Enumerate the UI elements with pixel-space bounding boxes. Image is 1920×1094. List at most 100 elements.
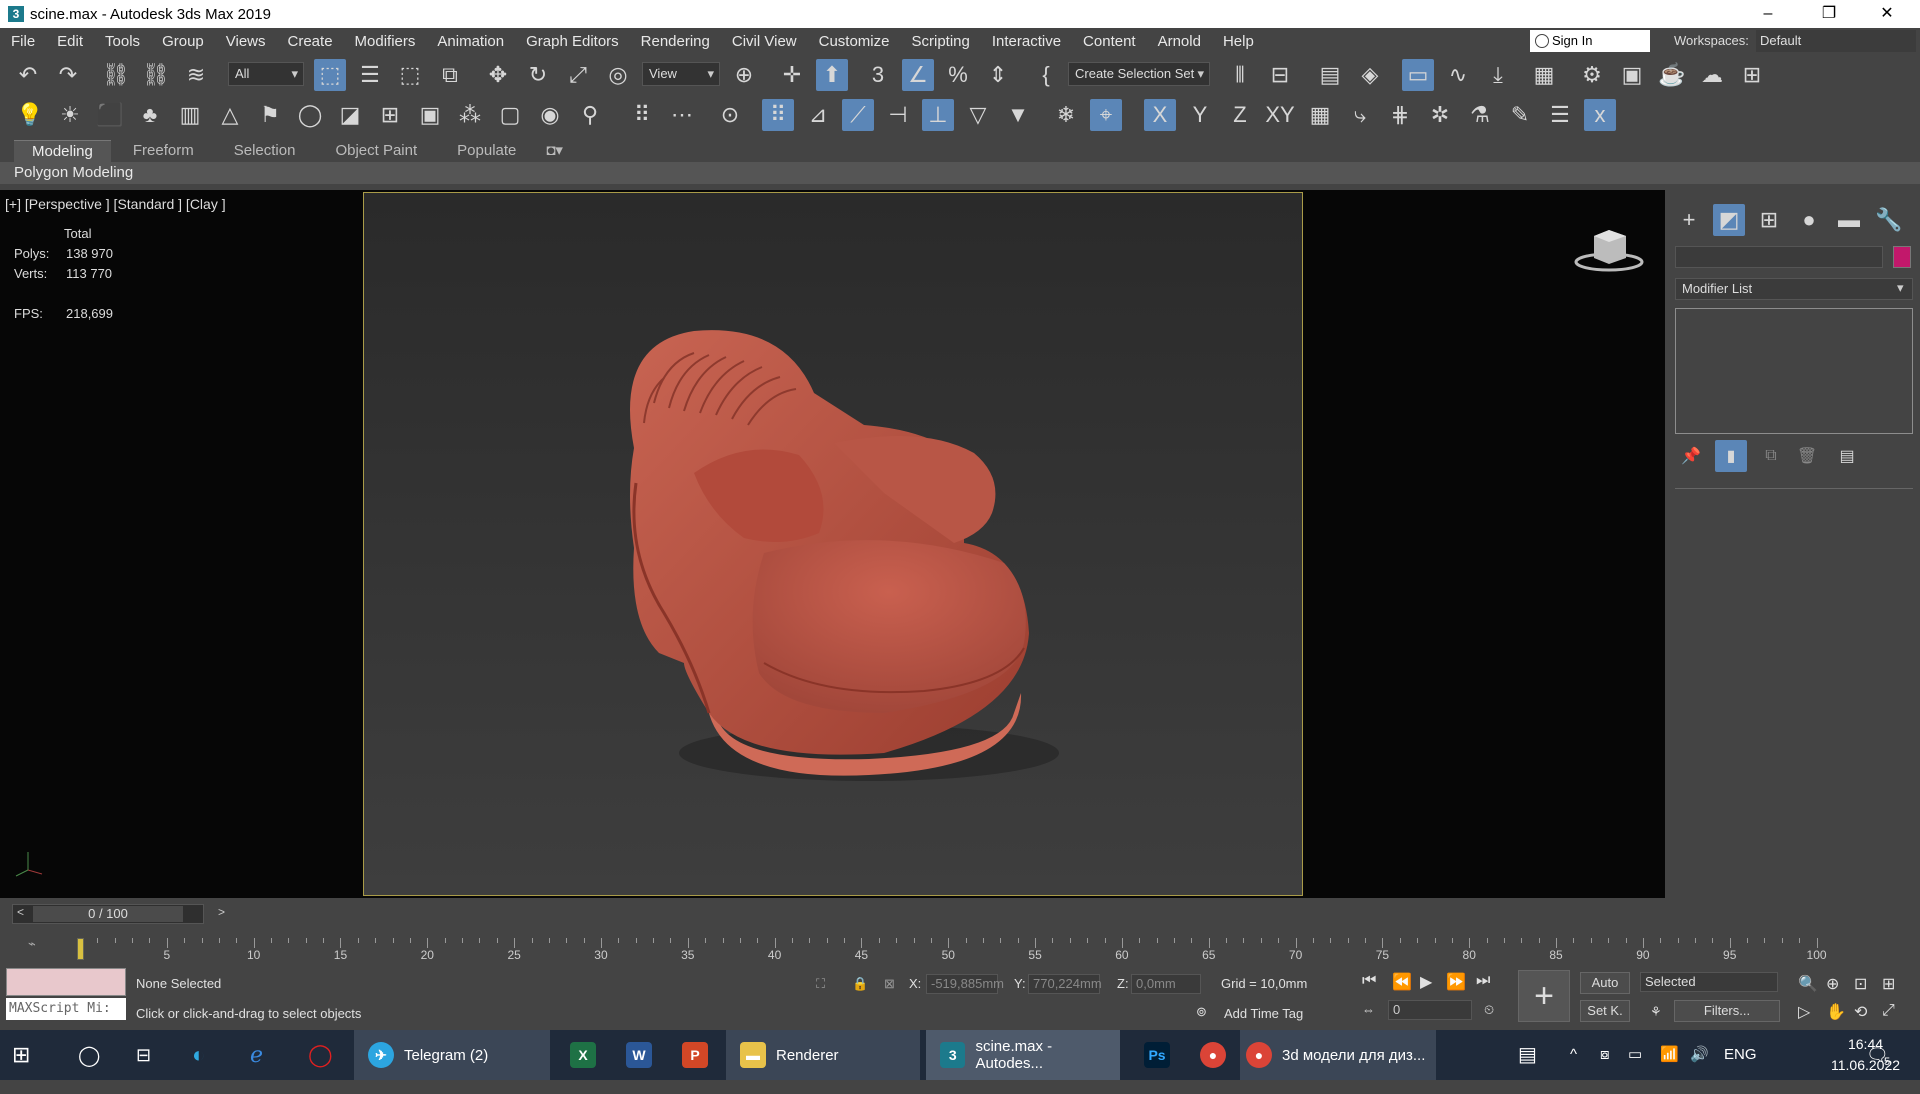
link-icon[interactable]: ⛓ bbox=[100, 59, 132, 91]
face-snap-icon[interactable]: ▽ bbox=[962, 99, 994, 131]
goto-end-icon[interactable]: ⏭ bbox=[1476, 972, 1490, 990]
box-icon[interactable]: ◪ bbox=[334, 99, 366, 131]
bind-space-warp-icon[interactable]: ≋ bbox=[180, 59, 212, 91]
menu-customize[interactable]: Customize bbox=[808, 28, 901, 55]
book-icon[interactable]: ▥ bbox=[174, 99, 206, 131]
constraint-icon[interactable]: ⌖ bbox=[1090, 99, 1122, 131]
max-task[interactable]: 3 scine.max - Autodes... bbox=[926, 1030, 1120, 1080]
ribbon-options-icon[interactable]: ◘▾ bbox=[538, 140, 571, 162]
utilities-panel-icon[interactable]: 🔧 bbox=[1873, 204, 1905, 236]
webcam-icon[interactable]: ⧇ bbox=[1600, 1030, 1610, 1080]
menu-graph-editors[interactable]: Graph Editors bbox=[515, 28, 630, 55]
ribbon-toggle-icon[interactable]: ▭ bbox=[1402, 59, 1434, 91]
menu-group[interactable]: Group bbox=[151, 28, 215, 55]
restore-button[interactable]: ❐ bbox=[1806, 0, 1852, 28]
camera-icon[interactable]: ⬛ bbox=[94, 99, 126, 131]
axis-xyz-icon[interactable]: x bbox=[1584, 99, 1616, 131]
word-task[interactable]: W bbox=[612, 1030, 662, 1080]
show-hidden-icon[interactable]: ^ bbox=[1570, 1030, 1577, 1080]
perspective-viewport[interactable]: [+] [Perspective ] [Standard ] [Clay ] T… bbox=[0, 190, 1665, 898]
sequence-icon[interactable]: ⤷ bbox=[1344, 99, 1376, 131]
stack-icon[interactable]: ☰ bbox=[1544, 99, 1576, 131]
menu-rendering[interactable]: Rendering bbox=[630, 28, 721, 55]
vertex-snap-icon[interactable]: ⋯ bbox=[666, 99, 698, 131]
triangle-icon[interactable]: △ bbox=[214, 99, 246, 131]
create-panel-icon[interactable]: + bbox=[1673, 204, 1705, 236]
menu-views[interactable]: Views bbox=[215, 28, 277, 55]
edge-snap-icon[interactable]: ⟋ bbox=[842, 99, 874, 131]
reference-coordinate-select[interactable]: View bbox=[642, 62, 720, 86]
slider-next-icon[interactable]: > bbox=[218, 905, 225, 919]
brush-icon[interactable]: ✎ bbox=[1504, 99, 1536, 131]
key-filter-select[interactable]: Selected bbox=[1640, 972, 1778, 992]
play-icon[interactable]: ▶ bbox=[1420, 972, 1432, 992]
render-cloud-icon[interactable]: ☁ bbox=[1696, 59, 1728, 91]
layer-explorer-icon[interactable]: ◈ bbox=[1354, 59, 1386, 91]
battery-icon[interactable]: ▭ bbox=[1628, 1030, 1642, 1080]
undo-icon[interactable]: ↶ bbox=[12, 59, 44, 91]
hierarchy-panel-icon[interactable]: ⊞ bbox=[1753, 204, 1785, 236]
current-frame-marker[interactable] bbox=[77, 938, 84, 960]
cluster-icon[interactable]: ⁂ bbox=[454, 99, 486, 131]
time-slider[interactable]: < 0 / 100 > bbox=[12, 904, 225, 924]
menu-file[interactable]: File bbox=[0, 28, 46, 55]
time-tag-icon[interactable]: ⊚ bbox=[1196, 1004, 1207, 1020]
make-unique-icon[interactable]: ⧉ bbox=[1755, 440, 1787, 472]
set-key-button[interactable]: Set K. bbox=[1580, 1000, 1630, 1022]
rotate-icon[interactable]: ↻ bbox=[522, 59, 554, 91]
armchair-model[interactable] bbox=[364, 193, 1304, 897]
constraint-plane-icon[interactable]: ▦ bbox=[1304, 99, 1336, 131]
current-frame-field[interactable]: 0 bbox=[1388, 1000, 1472, 1020]
auto-key-button[interactable]: Auto bbox=[1580, 972, 1630, 994]
configure-modifier-sets-icon[interactable]: ▤ bbox=[1831, 440, 1863, 472]
tab-modeling[interactable]: Modeling bbox=[14, 140, 111, 162]
viewport-label[interactable]: [+] [Perspective ] [Standard ] [Clay ] bbox=[5, 196, 226, 212]
time-slider-thumb[interactable]: 0 / 100 bbox=[33, 906, 183, 922]
scene-explorer-icon[interactable]: ▤ bbox=[1314, 59, 1346, 91]
menu-content[interactable]: Content bbox=[1072, 28, 1147, 55]
scale-icon[interactable]: ⤢ bbox=[562, 59, 594, 91]
redo-icon[interactable]: ↷ bbox=[52, 59, 84, 91]
named-selection-set-select[interactable]: Create Selection Set bbox=[1068, 62, 1210, 86]
renderer-task[interactable]: ▬ Renderer bbox=[726, 1030, 920, 1080]
panel-divider[interactable] bbox=[1675, 488, 1913, 489]
news-icon[interactable]: ▤ bbox=[1518, 1030, 1537, 1080]
slider-prev-icon[interactable]: < bbox=[17, 905, 24, 919]
fluid-icon[interactable]: ⚗ bbox=[1464, 99, 1496, 131]
ring-icon[interactable]: ◯ bbox=[294, 99, 326, 131]
spinner-snap-icon[interactable]: ⇕ bbox=[982, 59, 1014, 91]
selection-filter-select[interactable]: All bbox=[228, 62, 304, 86]
edge-icon[interactable]: ◐ bbox=[192, 1030, 205, 1080]
curve-editor-icon[interactable]: ∿ bbox=[1442, 59, 1474, 91]
opera-icon[interactable]: ◯ bbox=[308, 1030, 333, 1080]
powerpoint-task[interactable]: P bbox=[668, 1030, 718, 1080]
prev-frame-icon[interactable]: ⏪ bbox=[1392, 972, 1412, 992]
volume-icon[interactable]: 🔊 bbox=[1690, 1030, 1709, 1080]
pan-icon[interactable]: ✋ bbox=[1826, 1002, 1846, 1022]
midpoint-snap-icon[interactable]: ⊥ bbox=[922, 99, 954, 131]
fov-icon[interactable]: ▷ bbox=[1798, 1002, 1810, 1022]
viewcube-icon[interactable] bbox=[1574, 226, 1644, 276]
workspace-select[interactable]: Default bbox=[1756, 30, 1916, 52]
x-coordinate-field[interactable]: -519,885mm bbox=[926, 974, 1004, 994]
bulb-icon[interactable]: ⚲ bbox=[574, 99, 606, 131]
time-config-icon[interactable]: ⏲ bbox=[1484, 1002, 1494, 1018]
close-button[interactable]: ✕ bbox=[1864, 0, 1910, 28]
sun-icon[interactable]: ☀ bbox=[54, 99, 86, 131]
set-key-icon[interactable]: + bbox=[1518, 970, 1570, 1022]
rendered-frame-window-icon[interactable]: ▣ bbox=[1616, 59, 1648, 91]
next-frame-icon[interactable]: ⏩ bbox=[1446, 972, 1466, 992]
axis-y-button[interactable]: Y bbox=[1184, 99, 1216, 131]
wifi-icon[interactable]: 📶 bbox=[1660, 1030, 1679, 1080]
tag-icon[interactable]: ⚑ bbox=[254, 99, 286, 131]
percent-snap-icon[interactable]: % bbox=[942, 59, 974, 91]
isolate-icon[interactable]: ⛶ bbox=[816, 976, 825, 992]
ie-icon[interactable]: ℯ bbox=[250, 1030, 263, 1080]
menu-help[interactable]: Help bbox=[1212, 28, 1265, 55]
add-time-tag[interactable]: Add Time Tag bbox=[1224, 1006, 1303, 1021]
unlink-icon[interactable]: ⛓ bbox=[140, 59, 172, 91]
grid-snap-icon[interactable]: ⠿ bbox=[626, 99, 658, 131]
menu-tools[interactable]: Tools bbox=[94, 28, 151, 55]
windows-start-icon[interactable]: ⊞ bbox=[12, 1030, 30, 1080]
tab-selection[interactable]: Selection bbox=[216, 140, 314, 162]
